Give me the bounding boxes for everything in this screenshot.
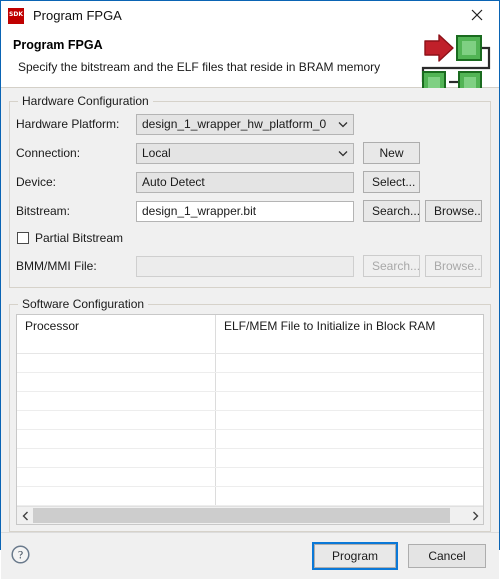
help-button[interactable]: ? (11, 545, 30, 567)
cell-elf-file (215, 429, 483, 449)
cell-processor (17, 372, 216, 392)
connection-row: Connection: Local New (16, 142, 484, 164)
table-row[interactable] (17, 429, 483, 449)
table-horizontal-scrollbar[interactable] (17, 506, 483, 524)
bitstream-label: Bitstream: (16, 204, 71, 218)
chevron-left-icon (22, 511, 28, 520)
dialog-content: Hardware Configuration Hardware Platform… (1, 88, 499, 532)
cell-processor (17, 410, 216, 430)
column-header-elf-file[interactable]: ELF/MEM File to Initialize in Block RAM (215, 315, 483, 354)
table-row[interactable] (17, 410, 483, 430)
dialog-footer: ? Program Cancel (1, 532, 499, 579)
program-fpga-dialog: SDK Program FPGA Program FPGA Specify th… (0, 0, 500, 579)
bmm-mmi-file-label: BMM/MMI File: (16, 259, 97, 273)
partial-bitstream-row: Partial Bitstream (17, 229, 484, 247)
bmm-mmi-file-row: BMM/MMI File: Search... Browse.. (16, 255, 484, 277)
scrollbar-track[interactable] (33, 508, 467, 523)
cell-elf-file (215, 448, 483, 468)
table-body (17, 353, 483, 506)
scrollbar-thumb[interactable] (33, 508, 450, 523)
bitstream-input[interactable] (136, 200, 354, 222)
program-button[interactable]: Program (312, 542, 398, 570)
help-icon: ? (11, 545, 30, 564)
table-row[interactable] (17, 467, 483, 487)
sdk-icon: SDK (8, 7, 24, 24)
cell-processor (17, 353, 216, 373)
table-header-row: Processor ELF/MEM File to Initialize in … (17, 315, 483, 354)
cell-elf-file (215, 410, 483, 430)
column-header-processor[interactable]: Processor (17, 315, 216, 354)
bitstream-search-button[interactable]: Search... (363, 200, 420, 222)
select-device-button[interactable]: Select... (363, 171, 420, 193)
connection-select[interactable]: Local (136, 142, 354, 164)
table-row[interactable] (17, 372, 483, 392)
cell-elf-file (215, 372, 483, 392)
cell-elf-file (215, 353, 483, 373)
hardware-platform-row: Hardware Platform: design_1_wrapper_hw_p… (16, 113, 484, 135)
connection-control: Local New (136, 142, 420, 164)
cell-processor (17, 429, 216, 449)
table-row[interactable] (17, 448, 483, 468)
device-control: Select... (136, 171, 420, 193)
table-row[interactable] (17, 353, 483, 373)
processor-elf-table: Processor ELF/MEM File to Initialize in … (16, 314, 484, 525)
bitstream-browse-button[interactable]: Browse.. (425, 200, 482, 222)
hardware-configuration-form: Hardware Platform: design_1_wrapper_hw_p… (10, 102, 490, 287)
chevron-down-icon (333, 150, 353, 157)
fpga-diagram-icon (405, 32, 493, 94)
close-button[interactable] (454, 1, 499, 29)
close-icon (471, 9, 482, 21)
cell-elf-file (215, 391, 483, 411)
bmm-mmi-browse-button: Browse.. (425, 255, 482, 277)
bitstream-row: Bitstream: Search... Browse.. (16, 200, 484, 222)
hardware-configuration-group: Hardware Configuration Hardware Platform… (9, 94, 491, 288)
cancel-button[interactable]: Cancel (408, 544, 486, 568)
connection-label: Connection: (16, 146, 81, 160)
scroll-left-button[interactable] (17, 507, 33, 524)
hardware-configuration-label: Hardware Configuration (18, 94, 153, 108)
new-connection-button[interactable]: New (363, 142, 420, 164)
cell-elf-file (215, 467, 483, 487)
chevron-right-icon (472, 511, 478, 520)
title-bar: SDK Program FPGA (1, 1, 499, 30)
partial-bitstream-checkbox[interactable] (17, 232, 29, 244)
cell-processor (17, 391, 216, 411)
bmm-mmi-file-input[interactable] (136, 255, 354, 277)
scroll-right-button[interactable] (467, 507, 483, 524)
software-configuration-group: Software Configuration Processor ELF/MEM… (9, 297, 491, 532)
hardware-platform-value: design_1_wrapper_hw_platform_0 (142, 117, 327, 131)
cell-processor (17, 467, 216, 487)
bmm-mmi-search-button: Search... (363, 255, 420, 277)
device-row: Device: Select... (16, 171, 484, 193)
connection-value: Local (142, 146, 171, 160)
cell-elf-file (215, 486, 483, 506)
partial-bitstream-label[interactable]: Partial Bitstream (35, 231, 123, 245)
table-row[interactable] (17, 391, 483, 411)
window-title: Program FPGA (33, 8, 122, 23)
software-configuration-label: Software Configuration (18, 297, 149, 311)
hardware-platform-select[interactable]: design_1_wrapper_hw_platform_0 (136, 113, 354, 135)
hardware-platform-label: Hardware Platform: (16, 117, 120, 131)
chevron-down-icon (333, 121, 353, 128)
hardware-platform-control: design_1_wrapper_hw_platform_0 (136, 113, 354, 135)
device-label: Device: (16, 175, 57, 189)
bitstream-control: Search... Browse.. (136, 200, 482, 222)
dialog-header: Program FPGA Specify the bitstream and t… (1, 30, 499, 94)
cell-processor (17, 486, 216, 506)
svg-text:?: ? (18, 550, 23, 562)
table-row[interactable] (17, 486, 483, 506)
bmm-mmi-file-control: Search... Browse.. (136, 255, 482, 277)
device-input[interactable] (136, 171, 354, 193)
cell-processor (17, 448, 216, 468)
